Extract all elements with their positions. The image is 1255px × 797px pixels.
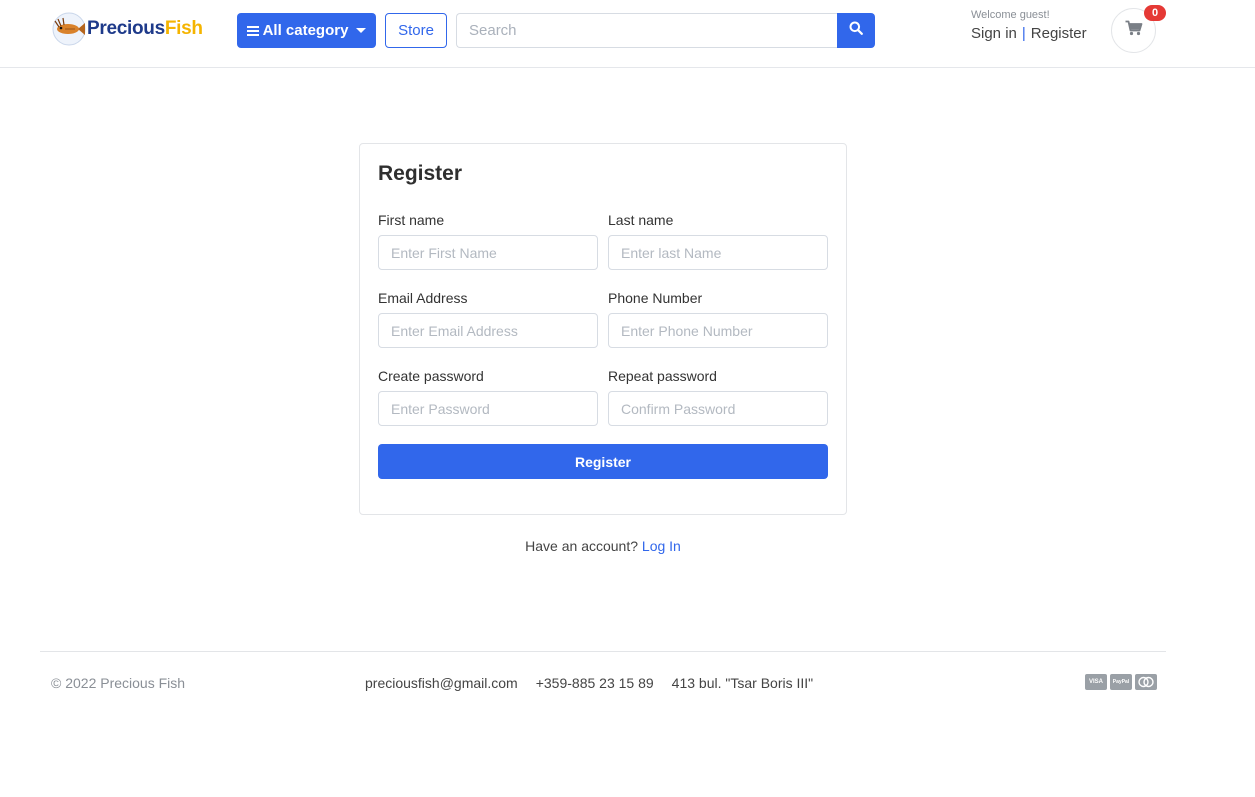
shopping-cart-icon [1125,20,1143,41]
first-name-label: First name [378,212,445,228]
register-submit-button[interactable]: Register [378,444,828,479]
footer-divider [40,651,1166,652]
search-input[interactable] [456,13,837,48]
footer-contact: preciousfish@gmail.com +359-885 23 15 89… [365,675,831,691]
logo-text-fish: Fish [164,18,203,39]
search-bar [456,13,875,48]
caret-down-icon [356,28,367,33]
sign-in-link[interactable]: Sign in [971,25,1017,42]
auth-separator: | [1021,25,1026,42]
user-area: Welcome guest! Sign in | Register [971,9,1101,42]
logo-text: PreciousFish [87,18,203,40]
footer-phone: +359-885 23 15 89 [535,675,654,691]
create-password-input[interactable] [378,391,598,426]
search-icon [849,21,863,40]
store-button[interactable]: Store [385,13,447,48]
create-password-label: Create password [378,368,484,384]
register-link[interactable]: Register [1031,25,1087,42]
phone-field: Phone Number [608,290,828,348]
footer-copyright: © 2022 Precious Fish [51,675,186,691]
log-in-link[interactable]: Log In [642,538,681,554]
welcome-text: Welcome guest! [971,9,1050,21]
email-field: Email Address [378,290,598,348]
first-name-field: First name [378,212,598,270]
bars-icon [246,24,259,38]
visa-icon: VISA [1085,674,1107,690]
site-header: PreciousFish All category Store Welcome … [0,0,1255,68]
paypal-icon: PayPal [1110,674,1132,690]
email-label: Email Address [378,290,468,306]
repeat-password-field: Repeat password [608,368,828,426]
email-input[interactable] [378,313,598,348]
cart-count-badge: 0 [1144,5,1166,21]
mastercard-icon [1135,674,1157,690]
repeat-password-input[interactable] [608,391,828,426]
phone-label: Phone Number [608,290,703,306]
site-logo[interactable]: PreciousFish [51,11,203,47]
fish-logo-icon [51,11,87,47]
last-name-input[interactable] [608,235,828,270]
all-category-button[interactable]: All category [237,13,376,48]
have-account-label: Have an account? [525,538,639,554]
have-account-text: Have an account? Log In [359,538,847,554]
first-name-input[interactable] [378,235,598,270]
all-category-label: All category [262,22,349,39]
register-title: Register [378,162,463,185]
last-name-field: Last name [608,212,828,270]
footer-email: preciousfish@gmail.com [365,675,518,691]
register-card: Register First name Last name Email Addr… [359,143,847,515]
repeat-password-label: Repeat password [608,368,717,384]
last-name-label: Last name [608,212,674,228]
payment-methods: VISA PayPal [1085,674,1157,690]
logo-text-precious: Precious [87,18,165,39]
create-password-field: Create password [378,368,598,426]
search-button[interactable] [837,13,875,48]
auth-links: Sign in | Register [971,25,1101,42]
footer-address: 413 bul. "Tsar Boris III" [671,675,814,691]
phone-input[interactable] [608,313,828,348]
